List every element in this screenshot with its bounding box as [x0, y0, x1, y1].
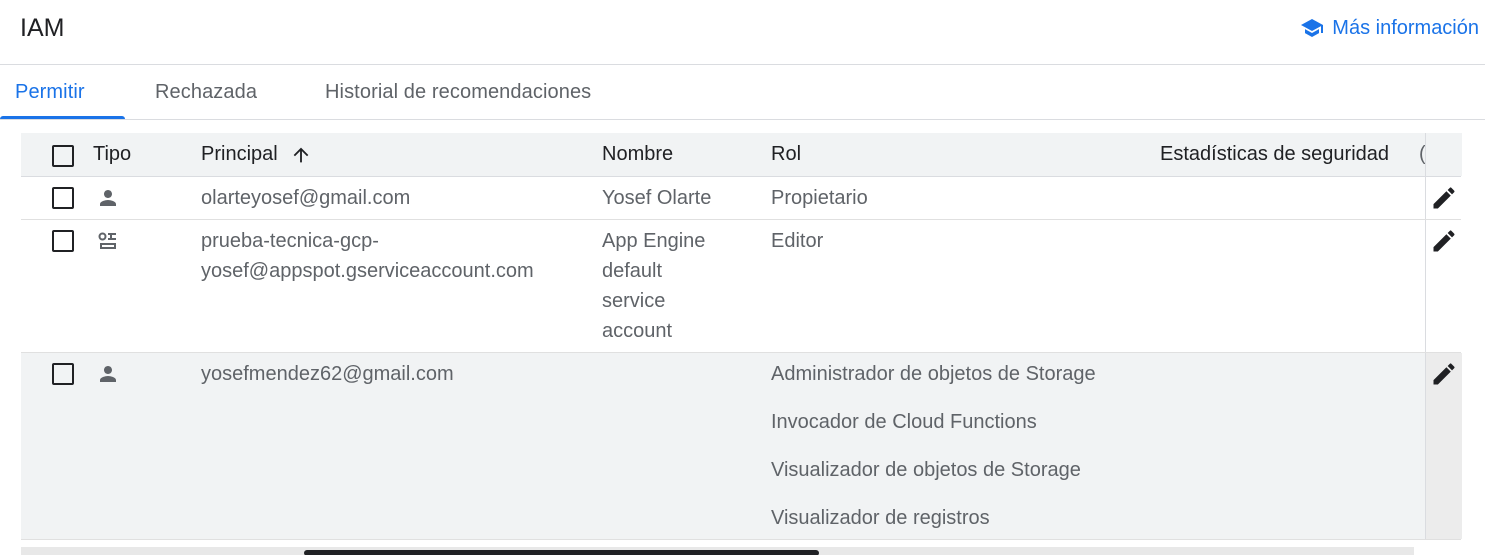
principal-cell: olarteyosef@gmail.com	[201, 187, 411, 209]
role-item: Visualizador de objetos de Storage	[771, 459, 1081, 481]
tab-bar: Permitir Rechazada Historial de recomend…	[0, 65, 1485, 120]
role-cell: Propietario	[771, 187, 868, 209]
edit-column	[1425, 177, 1462, 219]
column-security-insights: Estadísticas de seguridad	[1160, 143, 1390, 165]
name-cell: App Engine default service account	[602, 226, 705, 346]
tab-historial-recomendaciones[interactable]: Historial de recomendaciones	[325, 65, 591, 119]
row-checkbox[interactable]	[52, 230, 74, 252]
table-row: yosefmendez62@gmail.com Administrador de…	[21, 353, 1462, 540]
role-cell: Administrador de objetos de Storage Invo…	[771, 359, 1096, 551]
principal-cell: yosefmendez62@gmail.com	[201, 363, 454, 385]
role-cell: Editor	[771, 230, 824, 252]
column-role: Rol	[771, 143, 802, 165]
edit-column	[1425, 220, 1462, 352]
name-cell: Yosef Olarte	[602, 187, 712, 209]
tab-rechazada[interactable]: Rechazada	[155, 65, 257, 119]
arrow-up-icon	[290, 144, 312, 166]
school-icon	[1300, 16, 1324, 40]
horizontal-scrollbar[interactable]	[21, 547, 1414, 555]
column-principal[interactable]: Principal	[201, 133, 312, 176]
page-header: IAM Más información	[0, 0, 1485, 65]
role-item: Visualizador de registros	[771, 507, 990, 529]
table-header: Tipo Principal Nombre Rol Estadísticas d…	[21, 133, 1462, 177]
edit-column-header	[1425, 133, 1462, 176]
scrollbar-thumb[interactable]	[304, 550, 819, 555]
name-line: default	[602, 260, 663, 282]
principal-cell: prueba-tecnica-gcp- yosef@appspot.gservi…	[201, 226, 534, 286]
service-account-icon	[96, 229, 120, 253]
person-icon	[96, 186, 120, 210]
principal-line-1: prueba-tecnica-gcp-	[201, 230, 379, 252]
column-principal-label: Principal	[201, 143, 278, 165]
edit-icon[interactable]	[1430, 184, 1458, 212]
learn-more-link[interactable]: Más información	[1300, 14, 1479, 42]
edit-icon[interactable]	[1430, 227, 1458, 255]
iam-page: IAM Más información Permitir Rechazada H…	[0, 0, 1485, 555]
page-title: IAM	[20, 14, 65, 42]
name-line: account	[602, 320, 673, 342]
column-type: Tipo	[93, 143, 132, 165]
table-row: olarteyosef@gmail.com Yosef Olarte Propi…	[21, 177, 1461, 220]
name-line: App Engine	[602, 230, 706, 252]
select-all-checkbox[interactable]	[52, 145, 74, 167]
row-checkbox[interactable]	[52, 363, 74, 385]
row-checkbox[interactable]	[52, 187, 74, 209]
principal-line-2: yosef@appspot.gserviceaccount.com	[201, 260, 534, 282]
name-line: service	[602, 290, 666, 312]
person-icon	[96, 362, 120, 386]
edit-column	[1425, 353, 1462, 539]
role-item: Administrador de objetos de Storage	[771, 363, 1096, 385]
tab-permitir[interactable]: Permitir	[15, 65, 85, 119]
learn-more-label: Más información	[1332, 16, 1479, 39]
edit-icon[interactable]	[1430, 360, 1458, 388]
table-row: prueba-tecnica-gcp- yosef@appspot.gservi…	[21, 220, 1461, 353]
role-item: Invocador de Cloud Functions	[771, 411, 1037, 433]
active-tab-indicator	[0, 116, 125, 119]
column-name: Nombre	[602, 143, 674, 165]
